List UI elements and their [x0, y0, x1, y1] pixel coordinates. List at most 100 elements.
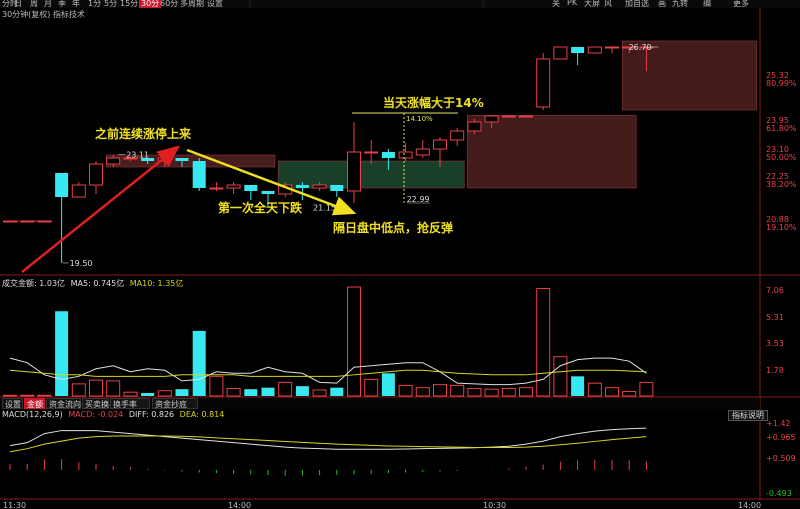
price-callout-high: 26.70 — [629, 43, 652, 52]
volume-bar — [622, 390, 637, 397]
candle-body — [209, 187, 224, 190]
volume-bar — [347, 286, 361, 397]
volume-bar — [37, 394, 52, 397]
candle-body — [89, 163, 103, 186]
macd-value-label: MACD: -0.024 — [68, 410, 124, 419]
volume-bar — [141, 392, 155, 396]
candle-body — [605, 46, 619, 49]
annotation-first-drop: 第一次全天下跌 — [218, 200, 303, 215]
candle-body — [553, 46, 568, 60]
candle-body — [433, 139, 447, 150]
price-callout-low: 22.99 — [407, 195, 430, 204]
volume-bar — [106, 380, 121, 397]
candle-body — [347, 151, 361, 192]
candle-body — [71, 184, 86, 198]
candle-body — [501, 115, 516, 118]
candle-body — [226, 184, 241, 189]
indicator-tab[interactable]: 资金抄底 — [152, 398, 198, 409]
candle-body — [244, 185, 258, 191]
volume-axis-tick: 5.31 — [766, 313, 784, 322]
macd-axis-tick: +1.42 — [766, 419, 791, 428]
price-axis-tick: 19.10% — [766, 223, 797, 232]
indicator-tab[interactable]: 金额 — [24, 398, 45, 409]
volume-bar — [381, 373, 395, 396]
volume-bar — [501, 387, 516, 397]
volume-bar — [55, 311, 69, 396]
volume-amount-label: 成交金额: 1.03亿 — [2, 279, 66, 288]
candle-body — [295, 185, 309, 188]
macd-axis-tick: +0.509 — [766, 454, 796, 463]
volume-bar — [415, 387, 430, 397]
price-axis-tick: 80.99% — [766, 79, 797, 88]
macd-header: MACD(12,26,9) MACD: -0.024 DIFF: 0.826 D… — [2, 410, 224, 419]
volume-header: 成交金额: 1.03亿 MA5: 0.745亿 MA10: 1.35亿 — [2, 278, 183, 289]
candle-body — [312, 184, 327, 189]
volume-bar — [226, 387, 241, 397]
macd-dea-label: DEA: 0.814 — [179, 410, 225, 419]
macd-axis-tick: -0.493 — [766, 489, 792, 498]
volume-bar — [605, 387, 619, 397]
volume-bar — [484, 388, 499, 397]
candle-body — [415, 148, 430, 156]
candle-body — [484, 115, 499, 123]
macd-axis-tick: +0.965 — [766, 433, 796, 442]
candle-body — [587, 46, 602, 54]
volume-bar — [312, 389, 327, 397]
candle-body — [398, 151, 413, 159]
indicator-tab[interactable]: 设置 — [2, 398, 23, 409]
volume-bar — [295, 386, 309, 396]
candle-body — [571, 47, 585, 53]
macd-diff-line — [9, 427, 647, 450]
volume-bar — [261, 387, 275, 396]
indicator-tab[interactable]: 资金流向 — [46, 398, 81, 409]
volume-bar — [157, 390, 172, 397]
price-callout-high: 23.11 — [126, 151, 149, 160]
volume-ma5-label: MA5: 0.745亿 — [70, 279, 125, 288]
highlight-box-red — [467, 115, 637, 189]
candle-body — [55, 173, 69, 197]
volume-bar — [639, 381, 654, 397]
volume-bar — [71, 383, 86, 397]
candle-body — [330, 185, 344, 191]
volume-bar — [398, 384, 413, 397]
price-axis-tick: 38.20% — [766, 180, 797, 189]
indicator-tab[interactable]: 换手率 — [110, 398, 150, 409]
chart-canvas: 25.3280.99%23.9561.80%23.1050.00%22.2538… — [0, 0, 800, 509]
measure-percent: 14.10% — [406, 115, 433, 123]
volume-bar — [450, 384, 465, 397]
volume-bar — [364, 378, 379, 397]
candle-body — [467, 121, 482, 132]
price-callout-low: 19.50 — [70, 259, 93, 268]
indicator-tab[interactable]: 买卖换手率 — [82, 398, 125, 409]
volume-bar — [571, 376, 585, 396]
volume-bar — [587, 382, 602, 397]
volume-bar — [278, 381, 293, 397]
candle-body — [192, 161, 206, 188]
volume-ma10-label: MA10: 1.35亿 — [129, 279, 184, 288]
annotation-surge: 当天涨幅大于14% — [383, 95, 484, 110]
price-axis-tick: 50.00% — [766, 153, 797, 162]
volume-bar — [209, 375, 224, 397]
highlight-box-green — [277, 160, 465, 189]
volume-axis-tick: 7.06 — [766, 286, 784, 295]
volume-bar — [123, 391, 138, 397]
time-axis-tick: 10:30 — [483, 501, 506, 509]
candle-body — [381, 152, 395, 158]
volume-axis-tick: 3.53 — [766, 339, 784, 348]
macd-params-label: MACD(12,26,9) — [2, 410, 63, 419]
indicator-help-button[interactable]: 指标说明 — [728, 410, 768, 421]
candle-body — [536, 58, 551, 108]
volume-bar — [20, 394, 35, 397]
volume-bar — [89, 379, 103, 397]
candle-body — [106, 157, 121, 165]
volume-axis-tick: 1.78 — [766, 366, 784, 375]
volume-bar — [433, 384, 447, 397]
time-axis-tick: 11:30 — [3, 501, 26, 509]
volume-bar — [330, 387, 344, 396]
volume-bar — [175, 389, 189, 396]
candle-body — [175, 158, 189, 161]
volume-ma5-line — [9, 357, 647, 386]
price-axis-tick: 61.80% — [766, 124, 797, 133]
time-axis-tick: 14:00 — [738, 501, 761, 509]
volume-bar — [467, 387, 482, 397]
